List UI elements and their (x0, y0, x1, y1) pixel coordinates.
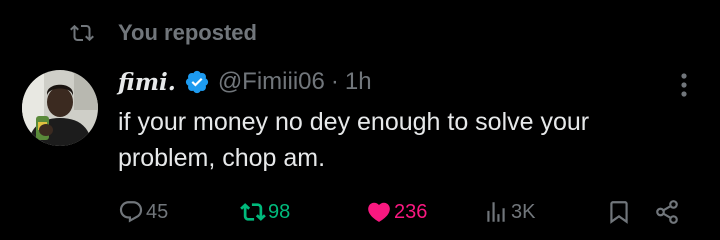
share-button[interactable] (654, 196, 682, 228)
views-count: 3K (511, 200, 536, 223)
tweet-text: if your money no dey enough to solve you… (118, 108, 590, 172)
tweet-actions: 45 98 236 3K (0, 196, 720, 228)
repost-header-label: You reposted (118, 20, 257, 45)
reply-icon (119, 201, 143, 223)
repost-icon (240, 203, 266, 221)
display-name[interactable]: fimi. (118, 69, 176, 96)
like-count: 236 (394, 200, 428, 223)
heart-icon (368, 202, 390, 222)
repost-header: You reposted (70, 20, 257, 46)
tweet-author-row: fimi. @Fimiii06 · 1h (118, 64, 372, 100)
repost-icon (70, 24, 94, 42)
share-icon (656, 200, 678, 224)
bookmark-icon (610, 201, 628, 224)
user-handle[interactable]: @Fimiii06 (218, 68, 325, 96)
reply-button[interactable]: 45 (118, 196, 168, 228)
verified-badge-icon (185, 70, 208, 94)
timestamp[interactable]: 1h (345, 68, 372, 96)
bookmark-button[interactable] (606, 196, 634, 228)
separator-dot: · (330, 68, 339, 95)
profile-photo (22, 70, 98, 146)
reply-count: 45 (146, 200, 169, 223)
like-button[interactable]: 236 (366, 196, 427, 228)
more-options-icon[interactable] (674, 70, 694, 100)
avatar[interactable] (22, 70, 98, 146)
repost-button[interactable]: 98 (240, 196, 290, 228)
views-chart-icon (487, 202, 505, 222)
repost-count: 98 (268, 200, 291, 223)
views-button[interactable]: 3K (483, 196, 535, 228)
